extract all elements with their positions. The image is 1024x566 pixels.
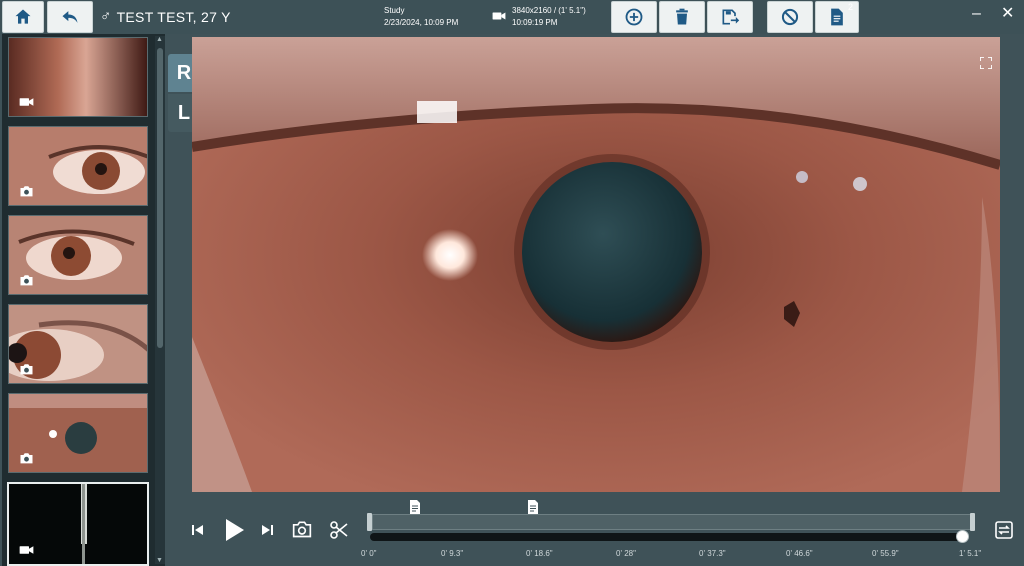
media-thumbnail[interactable] (8, 215, 148, 295)
document-marker-icon[interactable] (409, 500, 421, 514)
trash-icon (676, 8, 688, 25)
camera-icon (20, 364, 33, 375)
document-icon (831, 8, 843, 26)
video-resolution: 3840x2160 / (1' 5.1") (512, 6, 586, 15)
delete-button[interactable] (659, 1, 705, 33)
skip-forward-icon[interactable] (260, 523, 274, 537)
close-button[interactable]: ✕ (1001, 6, 1014, 22)
media-thumbnail[interactable] (8, 304, 148, 384)
time-tick-label: 0' 46.6" (786, 549, 813, 558)
save-export-button[interactable] (707, 1, 753, 33)
time-tick-label: 0' 28" (616, 549, 636, 558)
time-tick-label: 0' 37.3" (699, 549, 726, 558)
scroll-down-icon[interactable]: ▼ (156, 557, 163, 564)
playback-scrubber-handle[interactable] (956, 530, 969, 543)
media-thumbnail[interactable] (8, 393, 148, 473)
app-window: ♂ TEST TEST, 27 Y Study 2/23/2024, 10:09… (0, 0, 1024, 566)
skip-back-icon[interactable] (191, 523, 205, 537)
media-sidebar: ▲ ▼ (2, 34, 165, 566)
scrollbar-thumb[interactable] (157, 48, 163, 348)
camera-icon (20, 186, 33, 197)
playback-progress-bar[interactable] (370, 533, 966, 541)
video-time: 10:09:19 PM (512, 18, 558, 27)
play-icon[interactable] (223, 518, 245, 542)
media-thumbnail-selected[interactable] (7, 482, 149, 566)
study-datetime: 2/23/2024, 10:09 PM (384, 18, 459, 27)
snapshot-camera-icon[interactable] (292, 520, 312, 538)
home-icon (15, 9, 31, 24)
scroll-up-icon[interactable]: ▲ (156, 36, 163, 43)
documents-count-badge: 2 (848, 2, 854, 12)
study-info: Study 2/23/2024, 10:09 PM (384, 5, 458, 29)
study-title: Study (384, 6, 405, 15)
back-button[interactable] (47, 1, 93, 33)
time-tick-label: 1' 5.1" (959, 549, 982, 558)
time-tick-label: 0' 55.9" (872, 549, 899, 558)
eye-image (192, 37, 1000, 492)
patient-label: TEST TEST, 27 Y (116, 8, 231, 25)
media-thumbnail[interactable] (8, 37, 148, 117)
fullscreen-icon[interactable] (980, 57, 992, 69)
add-button[interactable] (611, 1, 657, 33)
home-button[interactable] (2, 1, 44, 33)
video-camera-icon (19, 98, 34, 106)
image-viewer[interactable] (192, 37, 1000, 492)
video-camera-icon (492, 12, 506, 20)
add-icon (625, 8, 643, 26)
cancel-button[interactable] (767, 1, 813, 33)
video-camera-icon (19, 546, 34, 554)
trim-start-handle[interactable] (367, 513, 372, 531)
camera-icon (20, 453, 33, 464)
media-thumbnail[interactable] (8, 126, 148, 206)
camera-icon (20, 275, 33, 286)
trim-end-handle[interactable] (970, 513, 975, 531)
trim-range-track[interactable] (372, 514, 972, 530)
patient-info: ♂ TEST TEST, 27 Y (100, 8, 231, 25)
save-export-icon (722, 9, 740, 25)
sidebar-scrollbar[interactable]: ▲ ▼ (155, 36, 165, 564)
block-icon (781, 8, 799, 26)
loop-repeat-icon[interactable] (995, 521, 1013, 539)
male-symbol-icon: ♂ (100, 8, 112, 25)
scissors-icon[interactable] (329, 520, 349, 540)
video-info: 3840x2160 / (1' 5.1") 10:09:19 PM (492, 5, 586, 29)
time-tick-label: 0' 0" (361, 549, 377, 558)
minimize-button[interactable]: – (972, 6, 981, 22)
back-arrow-icon (62, 11, 78, 23)
time-tick-label: 0' 9.3" (441, 549, 464, 558)
time-tick-label: 0' 18.6" (526, 549, 553, 558)
document-marker-icon[interactable] (527, 500, 539, 514)
top-toolbar: ♂ TEST TEST, 27 Y Study 2/23/2024, 10:09… (0, 0, 1024, 34)
